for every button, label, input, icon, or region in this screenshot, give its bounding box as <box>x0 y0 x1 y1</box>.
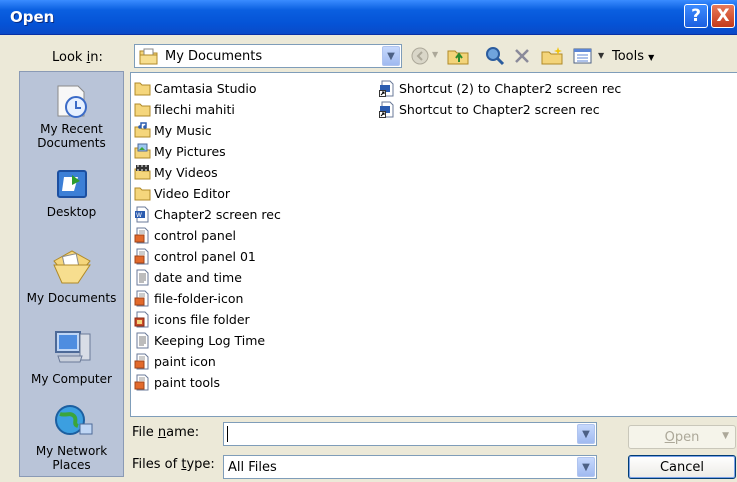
help-button[interactable]: ? <box>684 4 708 28</box>
places-bar: My Recent Documents Desktop My Documents <box>19 71 124 477</box>
list-item[interactable]: Shortcut (2) to Chapter2 screen rec <box>379 78 621 98</box>
list-item[interactable]: My Videos <box>134 162 218 182</box>
list-item[interactable]: icons file folder <box>134 309 250 329</box>
list-item[interactable]: file-folder-icon <box>134 288 243 308</box>
lookin-value: My Documents <box>165 49 263 64</box>
list-item[interactable]: date and time <box>134 267 242 287</box>
filetype-dropdown-arrow[interactable]: ▼ <box>577 457 595 477</box>
close-button[interactable]: X <box>711 4 735 28</box>
list-item[interactable]: My Pictures <box>134 141 226 161</box>
open-button-label: Open <box>664 429 700 445</box>
place-label: My Network Places <box>35 444 108 472</box>
tools-menu[interactable]: Tools ▼ <box>612 49 654 64</box>
svg-text:W: W <box>136 212 142 219</box>
title-bar[interactable]: Open ? X <box>0 0 737 35</box>
views-dropdown-icon[interactable]: ▼ <box>598 51 604 60</box>
my-documents-icon <box>52 250 91 284</box>
open-dialog: Open ? X Look in: My Documents ▼ ▼ ▼ Too… <box>0 0 737 482</box>
image-file-icon <box>134 374 149 390</box>
place-label: My Recent Documents <box>37 122 106 150</box>
list-item[interactable]: Camtasia Studio <box>134 78 257 98</box>
image-file-icon <box>134 248 149 264</box>
views-menu-icon[interactable] <box>572 46 594 66</box>
pictures-folder-icon <box>134 143 151 158</box>
list-item[interactable]: My Music <box>134 120 212 140</box>
text-file-icon <box>136 332 149 348</box>
shortcut-icon <box>379 101 394 118</box>
folder-icon <box>134 103 151 116</box>
list-item[interactable]: control panel 01 <box>134 246 256 266</box>
back-icon[interactable] <box>410 46 430 66</box>
chevron-down-icon: ▼ <box>582 461 590 473</box>
place-label: Desktop <box>46 205 97 219</box>
network-places-icon <box>54 405 92 435</box>
list-item[interactable]: W Chapter2 screen rec <box>134 204 281 224</box>
music-folder-icon <box>134 121 151 137</box>
open-button[interactable]: Open ▼ <box>628 425 736 449</box>
folder-icon <box>134 82 151 95</box>
chevron-down-icon: ▼ <box>582 428 590 440</box>
desktop-icon <box>56 170 87 198</box>
search-web-icon[interactable] <box>484 46 506 66</box>
list-item[interactable]: Shortcut to Chapter2 screen rec <box>379 99 600 119</box>
chevron-down-icon: ▼ <box>387 50 395 62</box>
list-item[interactable]: paint icon <box>134 351 216 371</box>
list-item[interactable]: Video Editor <box>134 183 230 203</box>
lookin-dropdown-arrow[interactable]: ▼ <box>382 46 400 66</box>
text-file-icon <box>136 269 149 285</box>
place-label: My Documents <box>26 291 117 305</box>
filetype-label: Files of type: <box>132 457 215 472</box>
chevron-down-icon[interactable]: ▼ <box>722 431 729 441</box>
text-caret <box>227 426 228 442</box>
folder-icon <box>134 187 151 200</box>
file-list[interactable]: Camtasia Studio filechi mahiti My Music … <box>130 72 737 417</box>
image-file-icon <box>134 290 149 306</box>
filename-dropdown-arrow[interactable]: ▼ <box>577 424 595 444</box>
new-folder-icon[interactable] <box>540 46 564 66</box>
shortcut-icon <box>379 80 394 97</box>
filename-label: File name: <box>132 425 200 440</box>
delete-icon[interactable] <box>512 46 532 66</box>
list-item[interactable]: control panel <box>134 225 236 245</box>
place-my-documents[interactable]: My Documents <box>20 247 123 305</box>
list-item[interactable]: paint tools <box>134 372 220 392</box>
my-documents-icon <box>139 48 158 65</box>
image-file-icon <box>134 353 149 369</box>
recent-documents-icon <box>57 85 87 118</box>
filetype-dropdown[interactable]: All Files ▼ <box>223 455 597 479</box>
window-title: Open <box>10 8 55 26</box>
image-file-icon <box>134 311 149 327</box>
back-dropdown-icon[interactable]: ▼ <box>432 50 438 59</box>
help-icon: ? <box>691 6 701 26</box>
place-my-computer[interactable]: My Computer <box>20 328 123 386</box>
filename-input[interactable]: ▼ <box>223 422 597 446</box>
list-item[interactable]: filechi mahiti <box>134 99 235 119</box>
videos-folder-icon <box>134 164 151 179</box>
place-recent-documents[interactable]: My Recent Documents <box>20 82 123 150</box>
lookin-dropdown[interactable]: My Documents ▼ <box>134 44 402 68</box>
image-file-icon <box>134 227 149 243</box>
my-computer-icon <box>54 331 90 363</box>
up-one-level-icon[interactable] <box>446 46 470 66</box>
cancel-button[interactable]: Cancel <box>628 455 736 479</box>
close-icon: X <box>716 6 730 26</box>
chevron-down-icon: ▼ <box>648 53 655 62</box>
place-desktop[interactable]: Desktop <box>20 167 123 219</box>
place-label: My Computer <box>31 372 112 386</box>
lookin-label: Look in: <box>52 50 103 65</box>
place-network-places[interactable]: My Network Places <box>20 402 123 472</box>
list-item[interactable]: Keeping Log Time <box>134 330 265 350</box>
word-document-icon: W <box>135 206 149 222</box>
